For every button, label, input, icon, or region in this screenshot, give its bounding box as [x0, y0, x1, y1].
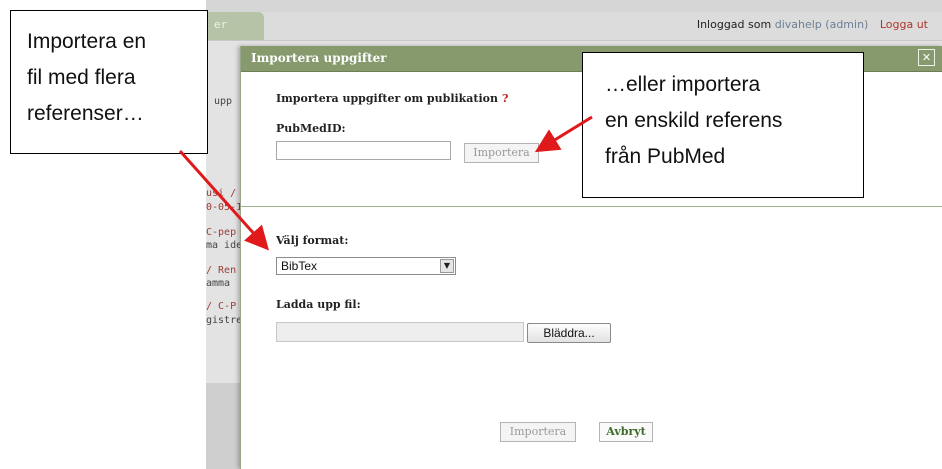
cancel-button[interactable]: Avbryt: [599, 422, 653, 442]
format-label: Välj format:: [276, 234, 349, 247]
nav-tab-label: er: [214, 18, 228, 31]
login-status: Inloggad som divahelp (admin) Logga ut: [697, 18, 928, 31]
chevron-down-icon[interactable]: ▼: [440, 259, 454, 273]
bg-text-fragment: / Ren: [206, 265, 237, 276]
section-divider: [241, 206, 942, 207]
format-selected-value: BibTex: [281, 259, 318, 273]
upload-label: Ladda upp fil:: [276, 298, 361, 311]
callout-line: från PubMed: [605, 145, 726, 168]
callout-line: en enskild referens: [605, 109, 783, 132]
close-icon[interactable]: ✕: [918, 49, 935, 66]
help-icon[interactable]: ?: [502, 92, 508, 105]
logout-link[interactable]: Logga ut: [880, 18, 928, 31]
import-button[interactable]: Importera: [500, 422, 576, 442]
callout-line: referenser…: [27, 102, 144, 125]
pubmed-import-button[interactable]: Importera: [464, 143, 539, 163]
bg-text-fragment: upp: [214, 96, 233, 107]
callout-pubmed-import: …eller importera en enskild referens frå…: [582, 52, 864, 198]
bg-text-fragment: 0-05-1: [206, 202, 243, 213]
nav-tab[interactable]: er: [206, 12, 264, 40]
callout-line: Importera en: [27, 30, 147, 53]
bg-text-fragment: C-pep: [206, 227, 237, 238]
format-select[interactable]: BibTex ▼: [276, 257, 456, 275]
login-user-link[interactable]: divahelp (admin): [775, 18, 869, 31]
browse-button[interactable]: Bläddra...: [527, 323, 611, 343]
file-path-field[interactable]: [276, 322, 524, 342]
pubmed-section-title: Importera uppgifter om publikation?: [276, 92, 508, 105]
top-bar: er Inloggad som divahelp (admin) Logga u…: [206, 12, 942, 41]
bg-text-fragment: amma: [206, 278, 231, 289]
callout-file-import: Importera en fil med flera referenser…: [10, 10, 208, 154]
login-prefix: Inloggad som: [696, 18, 772, 31]
pubmed-id-input[interactable]: [276, 141, 451, 160]
bg-text-fragment: / C-P: [206, 301, 237, 312]
pubmed-section-title-text: Importera uppgifter om publikation: [276, 92, 499, 105]
pubmed-id-label: PubMedID:: [276, 122, 346, 135]
callout-line: …eller importera: [605, 73, 761, 96]
bg-text-fragment: ma ide: [206, 240, 243, 251]
dialog-title: Importera uppgifter: [251, 51, 387, 65]
callout-line: fil med flera: [27, 66, 136, 89]
